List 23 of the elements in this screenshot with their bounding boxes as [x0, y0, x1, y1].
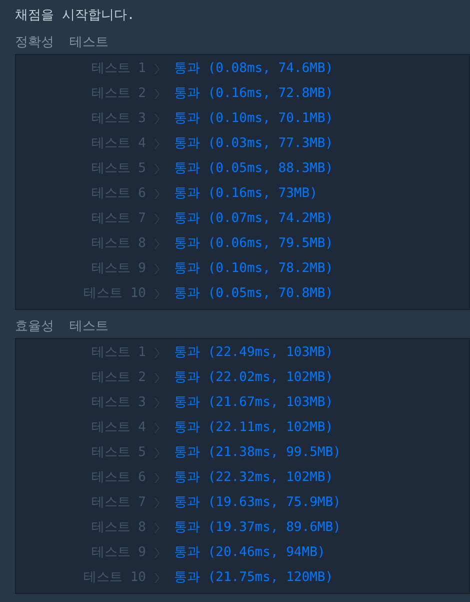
result-text: 통과 (0.05ms, 70.8MB)	[174, 285, 334, 304]
result-text: 통과 (22.02ms, 102MB)	[174, 369, 334, 388]
result-text: 통과 (0.06ms, 79.5MB)	[174, 235, 334, 254]
result-text: 통과 (0.16ms, 72.8MB)	[174, 85, 334, 104]
result-text: 통과 (0.05ms, 88.3MB)	[174, 160, 334, 178]
result-text: 통과 (22.49ms, 103MB)	[174, 344, 334, 362]
result-text: 통과 (22.32ms, 102MB)	[174, 469, 334, 488]
result-text: 통과 (0.10ms, 78.2MB)	[174, 260, 334, 278]
result-text: 통과 (21.75ms, 120MB)	[174, 569, 334, 588]
result-text: 통과 (0.08ms, 74.6MB)	[174, 60, 334, 78]
result-text: 통과 (19.37ms, 89.6MB)	[174, 519, 341, 538]
section-title: 정확성 테스트	[15, 34, 109, 52]
result-text: 통과 (0.16ms, 73MB)	[174, 185, 318, 204]
result-text: 통과 (22.11ms, 102MB)	[174, 419, 334, 438]
result-text: 통과 (0.03ms, 77.3MB)	[174, 135, 334, 154]
result-text: 통과 (20.46ms, 94MB)	[174, 544, 326, 562]
section-title: 효율성 테스트	[15, 318, 109, 336]
result-text: 통과 (0.10ms, 70.1MB)	[174, 110, 334, 128]
result-text: 통과 (0.07ms, 74.2MB)	[174, 210, 334, 228]
result-text: 통과 (19.63ms, 75.9MB)	[174, 494, 341, 512]
status-message: 채점을 시작합니다.	[15, 8, 135, 23]
result-text: 통과 (21.38ms, 99.5MB)	[174, 444, 341, 462]
result-text: 통과 (21.67ms, 103MB)	[174, 394, 334, 412]
